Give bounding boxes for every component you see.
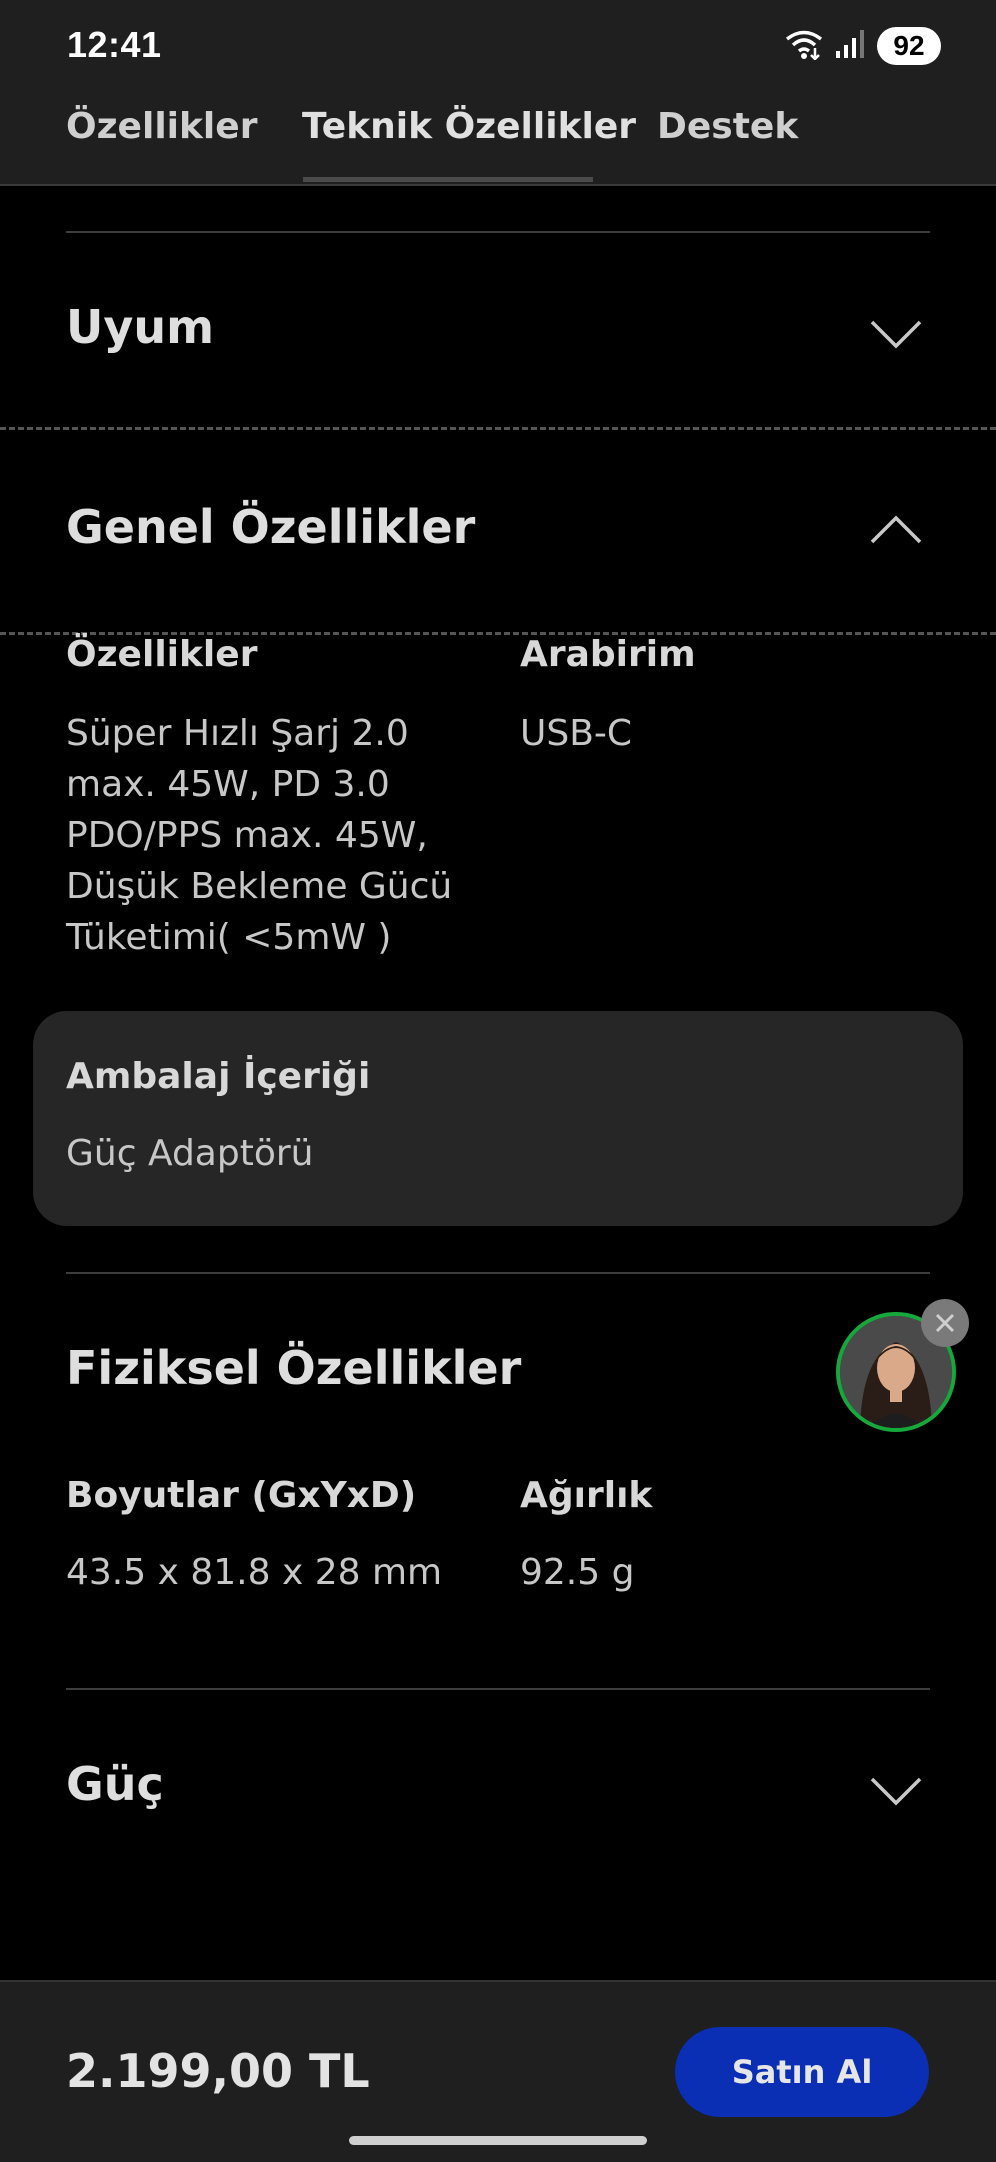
section-title-guc[interactable]: Güç bbox=[66, 1757, 164, 1811]
tab-destek[interactable]: Destek bbox=[657, 106, 798, 147]
home-indicator[interactable] bbox=[349, 2136, 647, 2145]
divider bbox=[66, 1688, 930, 1690]
battery-icon: 92 bbox=[877, 27, 941, 65]
tab-teknik-ozellikler[interactable]: Teknik Özellikler bbox=[302, 106, 636, 147]
spec-value-ambalaj-icerigi: Güç Adaptörü bbox=[66, 1133, 314, 1174]
divider bbox=[66, 1272, 930, 1274]
purchase-bar: 2.199,00 TL Satın Al bbox=[0, 1980, 996, 2162]
spec-value-boyutlar: 43.5 x 81.8 x 28 mm bbox=[66, 1552, 443, 1593]
buy-button[interactable]: Satın Al bbox=[675, 2027, 929, 2117]
close-icon[interactable] bbox=[921, 1299, 969, 1347]
tab-ozellikler[interactable]: Özellikler bbox=[66, 106, 257, 147]
spec-value-agirlik: 92.5 g bbox=[520, 1552, 635, 1593]
status-icons: 92 bbox=[785, 26, 941, 66]
active-tab-indicator bbox=[303, 177, 593, 182]
status-time: 12:41 bbox=[67, 24, 162, 65]
price: 2.199,00 TL bbox=[66, 2044, 370, 2098]
spec-label-ozellikler: Özellikler bbox=[66, 634, 258, 675]
section-focus-outline bbox=[0, 427, 996, 430]
spec-value-ozellikler: Süper Hızlı Şarj 2.0 max. 45W, PD 3.0 PD… bbox=[66, 713, 453, 958]
package-contents-card: Ambalaj İçeriği Güç Adaptörü bbox=[33, 1011, 963, 1226]
tab-bar: Özellikler Teknik Özellikler Destek bbox=[0, 74, 996, 186]
spec-label-agirlik: Ağırlık bbox=[520, 1475, 653, 1516]
divider bbox=[66, 231, 930, 233]
chevron-down-icon[interactable] bbox=[868, 1773, 924, 1809]
signal-icon bbox=[835, 29, 865, 63]
section-title-uyum[interactable]: Uyum bbox=[66, 300, 214, 354]
status-bar: 12:41 92 bbox=[0, 0, 996, 74]
chevron-down-icon[interactable] bbox=[868, 316, 924, 352]
chevron-up-icon[interactable] bbox=[868, 512, 924, 548]
section-title-fiziksel-ozellikler[interactable]: Fiziksel Özellikler bbox=[66, 1341, 521, 1395]
spec-label-ambalaj-icerigi: Ambalaj İçeriği bbox=[66, 1056, 371, 1097]
wifi-icon bbox=[785, 28, 823, 64]
spec-label-arabirim: Arabirim bbox=[520, 634, 696, 675]
section-title-genel-ozellikler[interactable]: Genel Özellikler bbox=[66, 500, 475, 554]
spec-label-boyutlar: Boyutlar (GxYxD) bbox=[66, 1475, 417, 1516]
spec-value-arabirim: USB-C bbox=[520, 713, 633, 754]
